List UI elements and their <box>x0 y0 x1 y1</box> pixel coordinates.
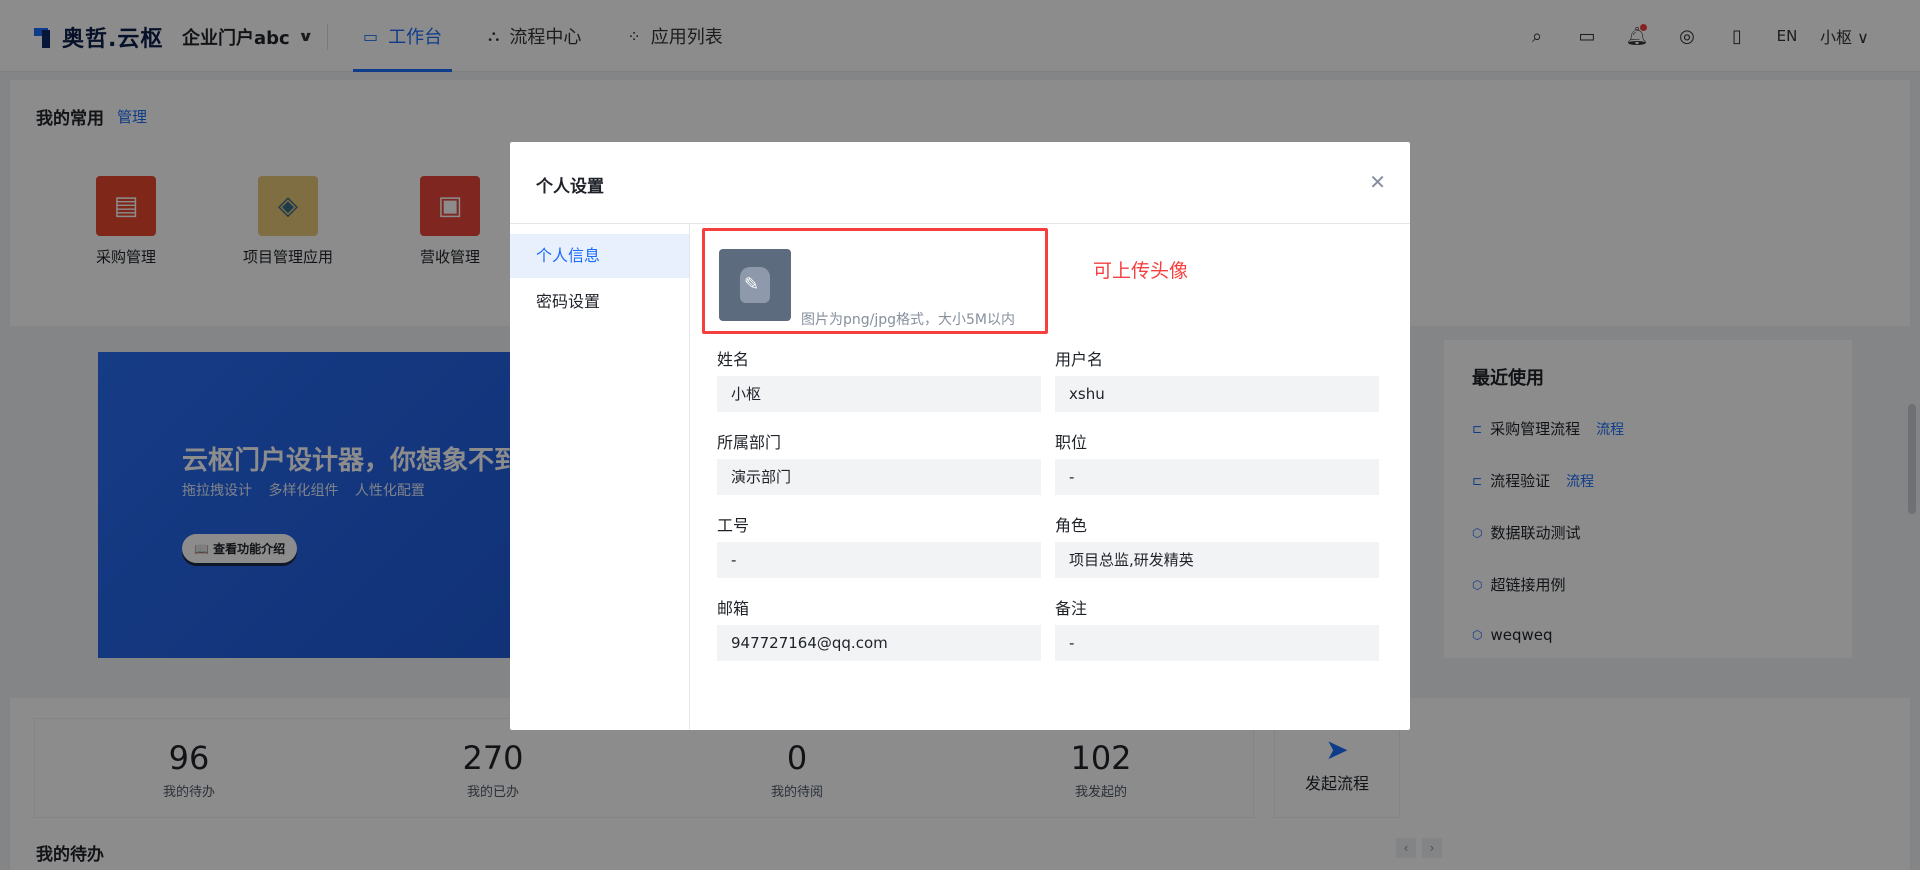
field-username: 用户名 xshu <box>1055 346 1379 412</box>
menu-personal-info[interactable]: 个人信息 <box>510 234 689 278</box>
modal-title: 个人设置 <box>536 177 604 197</box>
remark-field[interactable]: - <box>1055 625 1379 661</box>
field-remark: 备注 - <box>1055 595 1379 661</box>
field-position: 职位 - <box>1055 429 1379 495</box>
field-role: 角色 项目总监,研发精英 <box>1055 512 1379 578</box>
field-name: 姓名 小枢 <box>717 346 1041 412</box>
field-label: 工号 <box>717 516 750 535</box>
field-label: 用户名 <box>1055 350 1104 369</box>
menu-password-settings[interactable]: 密码设置 <box>510 280 689 324</box>
field-label: 角色 <box>1055 516 1088 535</box>
field-job-number: 工号 - <box>717 512 1041 578</box>
field-label: 所属部门 <box>717 433 782 452</box>
field-label: 职位 <box>1055 433 1088 452</box>
avatar-hint: 图片为png/jpg格式，大小5M以内 <box>801 312 1016 328</box>
role-field[interactable]: 项目总监,研发精英 <box>1055 542 1379 578</box>
name-field[interactable]: 小枢 <box>717 376 1041 412</box>
email-field[interactable]: 947727164@qq.com <box>717 625 1041 661</box>
close-icon[interactable]: ✕ <box>1369 170 1386 194</box>
field-label: 邮箱 <box>717 599 750 618</box>
upload-avatar-annotation: 可上传头像 <box>1093 260 1189 282</box>
field-label: 备注 <box>1055 599 1088 618</box>
personal-settings-modal: 个人设置 ✕ 个人信息 密码设置 ✎ 图片为png/jpg格式，大小5M以内 可… <box>510 142 1410 730</box>
position-field[interactable]: - <box>1055 459 1379 495</box>
modal-header: 个人设置 ✕ <box>510 142 1410 224</box>
avatar-upload-highlight: ✎ 图片为png/jpg格式，大小5M以内 <box>702 228 1048 334</box>
field-department: 所属部门 演示部门 <box>717 429 1041 495</box>
job-number-field[interactable]: - <box>717 542 1041 578</box>
field-label: 姓名 <box>717 350 750 369</box>
field-email: 邮箱 947727164@qq.com <box>717 595 1041 661</box>
edit-icon: ✎ <box>744 274 760 295</box>
avatar-upload[interactable]: ✎ <box>719 249 791 321</box>
department-field[interactable]: 演示部门 <box>717 459 1041 495</box>
settings-menu: 个人信息 密码设置 <box>510 224 690 730</box>
username-field[interactable]: xshu <box>1055 376 1379 412</box>
